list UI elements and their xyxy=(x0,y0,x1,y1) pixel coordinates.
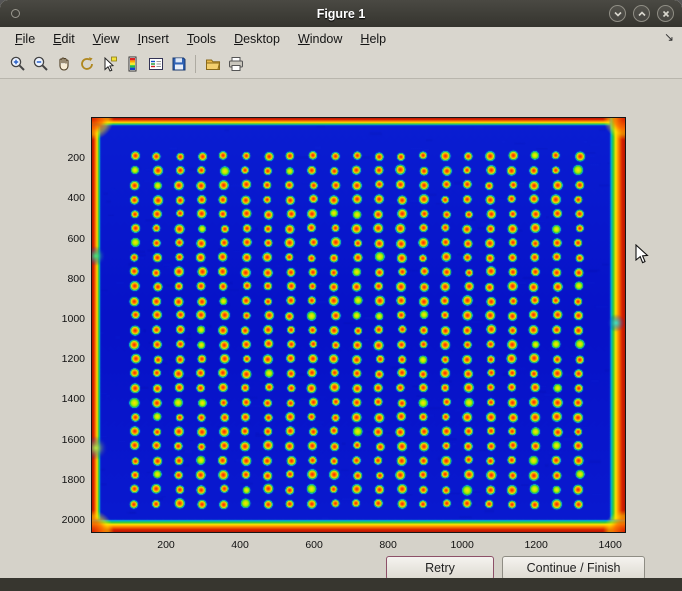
toolbar-separator xyxy=(195,55,196,73)
window-menu-icon[interactable] xyxy=(11,9,20,18)
y-tick-label: 2000 xyxy=(41,514,85,526)
continue-finish-button[interactable]: Continue / Finish xyxy=(502,556,645,580)
colorbar-button[interactable] xyxy=(121,52,144,76)
close-button[interactable] xyxy=(657,5,674,22)
x-tick-label: 800 xyxy=(368,539,408,551)
menu-window[interactable]: Window xyxy=(289,29,351,49)
retry-button[interactable]: Retry xyxy=(386,556,494,580)
menu-tools[interactable]: Tools xyxy=(178,29,225,49)
x-tick-label: 600 xyxy=(294,539,334,551)
legend-icon xyxy=(147,55,165,73)
save-button[interactable] xyxy=(167,52,190,76)
window-title: Figure 1 xyxy=(317,7,366,21)
colorbar-icon xyxy=(124,55,142,73)
zoom-out-icon xyxy=(32,55,50,73)
menu-desktop[interactable]: Desktop xyxy=(225,29,289,49)
mouse-cursor xyxy=(635,244,649,265)
y-tick-label: 1400 xyxy=(41,393,85,405)
y-tick-label: 1800 xyxy=(41,474,85,486)
menu-file[interactable]: File xyxy=(6,29,44,49)
y-tick-label: 400 xyxy=(41,192,85,204)
maximize-icon xyxy=(637,9,647,19)
heatmap-canvas[interactable] xyxy=(92,118,625,532)
window-bottom-edge xyxy=(0,578,682,591)
plot-axes xyxy=(91,117,626,533)
rotate-3d-icon xyxy=(78,55,96,73)
menu-help[interactable]: Help xyxy=(351,29,395,49)
x-tick-label: 1200 xyxy=(516,539,556,551)
open-button[interactable] xyxy=(201,52,224,76)
menu-insert[interactable]: Insert xyxy=(129,29,178,49)
zoom-in-icon xyxy=(9,55,27,73)
shade-icon xyxy=(613,9,623,19)
close-icon xyxy=(661,9,671,19)
menubar: File Edit View Insert Tools Desktop Wind… xyxy=(0,27,682,50)
x-tick-label: 400 xyxy=(220,539,260,551)
figure-window: Figure 1 File Edit View Insert Tools Des… xyxy=(0,0,682,591)
pan-button[interactable] xyxy=(52,52,75,76)
data-cursor-icon xyxy=(101,55,119,73)
print-icon xyxy=(227,55,245,73)
print-button[interactable] xyxy=(224,52,247,76)
figure-toolbar xyxy=(0,50,682,79)
rotate-3d-button[interactable] xyxy=(75,52,98,76)
y-tick-label: 1200 xyxy=(41,353,85,365)
x-tick-label: 200 xyxy=(146,539,186,551)
open-folder-icon xyxy=(204,55,222,73)
y-tick-label: 200 xyxy=(41,152,85,164)
data-cursor-button[interactable] xyxy=(98,52,121,76)
dock-arrow-icon[interactable]: ↘ xyxy=(664,30,674,44)
x-tick-label: 1400 xyxy=(590,539,630,551)
legend-button[interactable] xyxy=(144,52,167,76)
y-tick-label: 800 xyxy=(41,273,85,285)
x-tick-label: 1000 xyxy=(442,539,482,551)
pan-icon xyxy=(55,55,73,73)
y-tick-label: 600 xyxy=(41,233,85,245)
menu-edit[interactable]: Edit xyxy=(44,29,84,49)
zoom-out-button[interactable] xyxy=(29,52,52,76)
y-tick-label: 1600 xyxy=(41,434,85,446)
maximize-button[interactable] xyxy=(633,5,650,22)
shade-button[interactable] xyxy=(609,5,626,22)
zoom-in-button[interactable] xyxy=(6,52,29,76)
menu-view[interactable]: View xyxy=(84,29,129,49)
save-icon xyxy=(170,55,188,73)
y-tick-label: 1000 xyxy=(41,313,85,325)
titlebar[interactable]: Figure 1 xyxy=(0,0,682,27)
